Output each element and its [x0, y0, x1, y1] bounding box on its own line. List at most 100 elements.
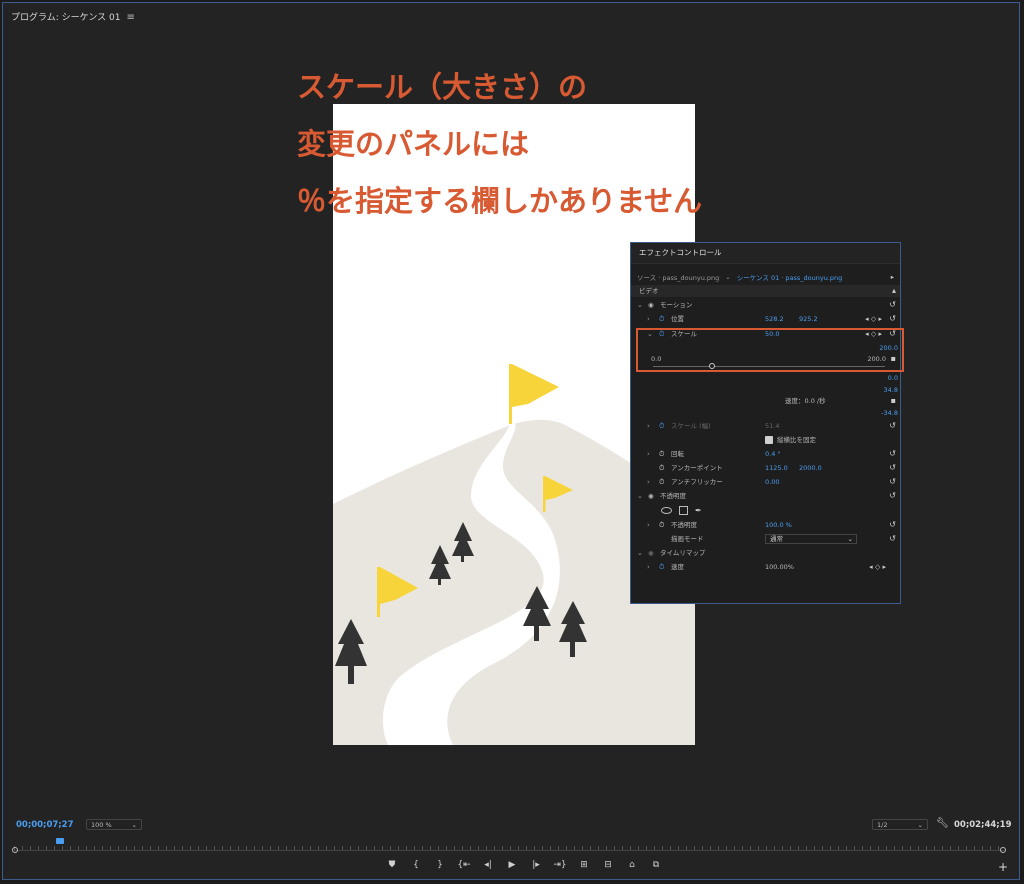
- mark-in-icon[interactable]: {: [404, 860, 428, 874]
- anchor-row[interactable]: ⏱ アンカーポイント 1125.0 2000.0 ↺: [631, 462, 900, 474]
- scroll-handle-right[interactable]: [1000, 847, 1006, 853]
- panel-title[interactable]: プログラム: シーケンス 01: [11, 11, 121, 25]
- uniform-scale-row[interactable]: 縦横比を固定: [631, 434, 900, 446]
- reset-icon[interactable]: ↺: [889, 476, 896, 488]
- ellipse-mask-icon[interactable]: [661, 507, 672, 514]
- anchor-x-value[interactable]: 1125.0: [765, 462, 788, 474]
- go-to-in-icon[interactable]: {⇤: [452, 860, 476, 874]
- reset-icon[interactable]: ↺: [889, 313, 896, 325]
- step-forward-icon[interactable]: |▸: [524, 860, 548, 874]
- source-tab[interactable]: ソース · pass_dounyu.png: [637, 272, 719, 282]
- panel-menu-icon[interactable]: ≡: [127, 11, 135, 25]
- chevron-right-icon[interactable]: ›: [647, 561, 650, 573]
- pen-icon[interactable]: ✒: [695, 505, 702, 517]
- wrench-icon[interactable]: 🔧︎: [936, 818, 949, 829]
- position-row[interactable]: › ⏱ 位置 528.2 925.2 ◂ ◇ ▸ ↺: [631, 313, 900, 325]
- timeremap-section-row[interactable]: ⌄ ◉ タイムリマップ: [631, 547, 900, 559]
- resolution-value: 1/2: [877, 821, 888, 829]
- chevron-right-icon[interactable]: ›: [647, 313, 650, 325]
- annotation-line-3: ％を指定する欄しかありません: [297, 184, 703, 218]
- eye-icon[interactable]: ◉: [648, 490, 654, 502]
- scale-width-row: › ⏱ スケール (幅) 51.4 ↺: [631, 420, 900, 432]
- add-marker-icon[interactable]: ⛊: [380, 860, 404, 874]
- speed-label: 速度: [671, 563, 684, 571]
- chevron-right-icon[interactable]: ›: [647, 519, 650, 531]
- video-header-label: ビデオ: [639, 287, 659, 295]
- chevron-down-icon[interactable]: ⌄: [637, 490, 643, 502]
- antiflicker-row[interactable]: › ⏱ アンチフリッカー 0.00 ↺: [631, 476, 900, 488]
- position-label: 位置: [671, 315, 684, 323]
- rotation-row[interactable]: › ⏱ 回転 0.4 ° ↺: [631, 448, 900, 460]
- anchor-label: アンカーポイント: [671, 464, 723, 472]
- panel-title-bar: プログラム: シーケンス 01 ≡: [11, 11, 135, 25]
- timeline-ruler[interactable]: [14, 840, 1004, 851]
- resolution-select[interactable]: 1/2 ⌄: [872, 819, 928, 830]
- opacity-value[interactable]: 100.0 %: [765, 519, 792, 531]
- step-back-icon[interactable]: ◂|: [476, 860, 500, 874]
- scroll-handle-left[interactable]: [12, 847, 18, 853]
- mark-out-icon[interactable]: }: [428, 860, 452, 874]
- stopwatch-icon[interactable]: ⏱: [659, 476, 664, 488]
- reset-icon[interactable]: ↺: [889, 462, 896, 474]
- velocity-row: 速度：0.0 /秒 ▪: [631, 395, 900, 407]
- position-y-value[interactable]: 925.2: [799, 313, 818, 325]
- stopwatch-icon: ⏱: [659, 422, 665, 430]
- chevron-down-icon: ⌄: [847, 535, 853, 543]
- chevron-down-icon[interactable]: ⌄: [725, 273, 730, 281]
- antiflicker-value[interactable]: 0.00: [765, 476, 779, 488]
- velocity-label: 速度：0.0 /秒: [785, 397, 826, 405]
- zoom-select[interactable]: 100 % ⌄: [86, 819, 142, 830]
- compare-view-icon[interactable]: ⧉: [644, 860, 668, 874]
- reset-icon[interactable]: ↺: [889, 448, 896, 460]
- chevron-right-icon[interactable]: ›: [647, 448, 650, 460]
- eye-icon[interactable]: ◉: [648, 299, 654, 311]
- go-to-out-icon[interactable]: ⇥}: [548, 860, 572, 874]
- graph-top-value: 0.0: [887, 374, 898, 382]
- speed-value[interactable]: 100.00%: [765, 561, 794, 573]
- reset-icon[interactable]: ↺: [889, 299, 896, 311]
- play-icon[interactable]: ▶: [500, 860, 524, 874]
- stopwatch-icon[interactable]: ⏱: [659, 519, 664, 531]
- reset-icon: ↺: [889, 421, 896, 430]
- opacity-row[interactable]: › ⏱ 不透明度 100.0 % ↺: [631, 519, 900, 531]
- motion-row[interactable]: ⌄ ◉ モーション ↺: [631, 299, 900, 311]
- anchor-y-value[interactable]: 2000.0: [799, 462, 822, 474]
- blend-mode-select[interactable]: 通常 ⌄: [765, 534, 857, 544]
- play-triangle-icon[interactable]: ▸: [891, 273, 894, 281]
- sequence-tab[interactable]: シーケンス 01 · pass_dounyu.png: [737, 272, 843, 282]
- chevron-down-icon[interactable]: ⌄: [637, 547, 643, 559]
- graph-icon[interactable]: ▪: [891, 395, 896, 407]
- stopwatch-icon[interactable]: ⏱: [659, 448, 664, 460]
- antiflicker-label: アンチフリッカー: [671, 478, 723, 486]
- chevron-down-icon[interactable]: ⌄: [637, 299, 643, 311]
- playhead[interactable]: [56, 838, 64, 844]
- uniform-scale-checkbox[interactable]: [765, 436, 773, 444]
- insert-icon[interactable]: ⊞: [572, 860, 596, 874]
- uniform-scale-label: 縦横比を固定: [777, 436, 816, 444]
- chevron-right-icon[interactable]: ›: [647, 476, 650, 488]
- graph-neg-value: -34.8: [881, 409, 898, 417]
- current-timecode[interactable]: 00;00;07;27: [16, 820, 74, 830]
- opacity-section-row[interactable]: ⌄ ◉ 不透明度 ↺: [631, 490, 900, 502]
- camera-icon[interactable]: ⌂: [620, 860, 644, 874]
- blend-mode-value: 通常: [770, 535, 783, 543]
- reset-icon[interactable]: ↺: [889, 519, 896, 531]
- effect-controls-title: エフェクトコントロール: [631, 243, 900, 264]
- rotation-value[interactable]: 0.4 °: [765, 448, 781, 460]
- stopwatch-icon[interactable]: ⏱: [659, 313, 664, 325]
- effect-controls-panel: エフェクトコントロール ソース · pass_dounyu.png ⌄ シーケン…: [630, 242, 901, 604]
- caret-up-icon[interactable]: ▴: [892, 285, 896, 297]
- overwrite-icon[interactable]: ⊟: [596, 860, 620, 874]
- keyframe-nav-icon[interactable]: ◂ ◇ ▸: [865, 313, 882, 325]
- rectangle-mask-icon[interactable]: [679, 506, 688, 515]
- position-x-value[interactable]: 528.2: [765, 313, 784, 325]
- add-button-icon[interactable]: +: [998, 860, 1008, 874]
- reset-icon[interactable]: ↺: [889, 490, 896, 502]
- flag-top: [509, 364, 559, 424]
- reset-icon[interactable]: ↺: [889, 533, 896, 545]
- speed-row[interactable]: › ⏱ 速度 100.00% ◂ ◇ ▸: [631, 561, 900, 573]
- blend-mode-row[interactable]: 描画モード 通常 ⌄ ↺: [631, 533, 900, 545]
- stopwatch-icon[interactable]: ⏱: [659, 462, 664, 474]
- stopwatch-icon[interactable]: ⏱: [659, 561, 664, 573]
- keyframe-nav-icon[interactable]: ◂ ◇ ▸: [869, 561, 886, 573]
